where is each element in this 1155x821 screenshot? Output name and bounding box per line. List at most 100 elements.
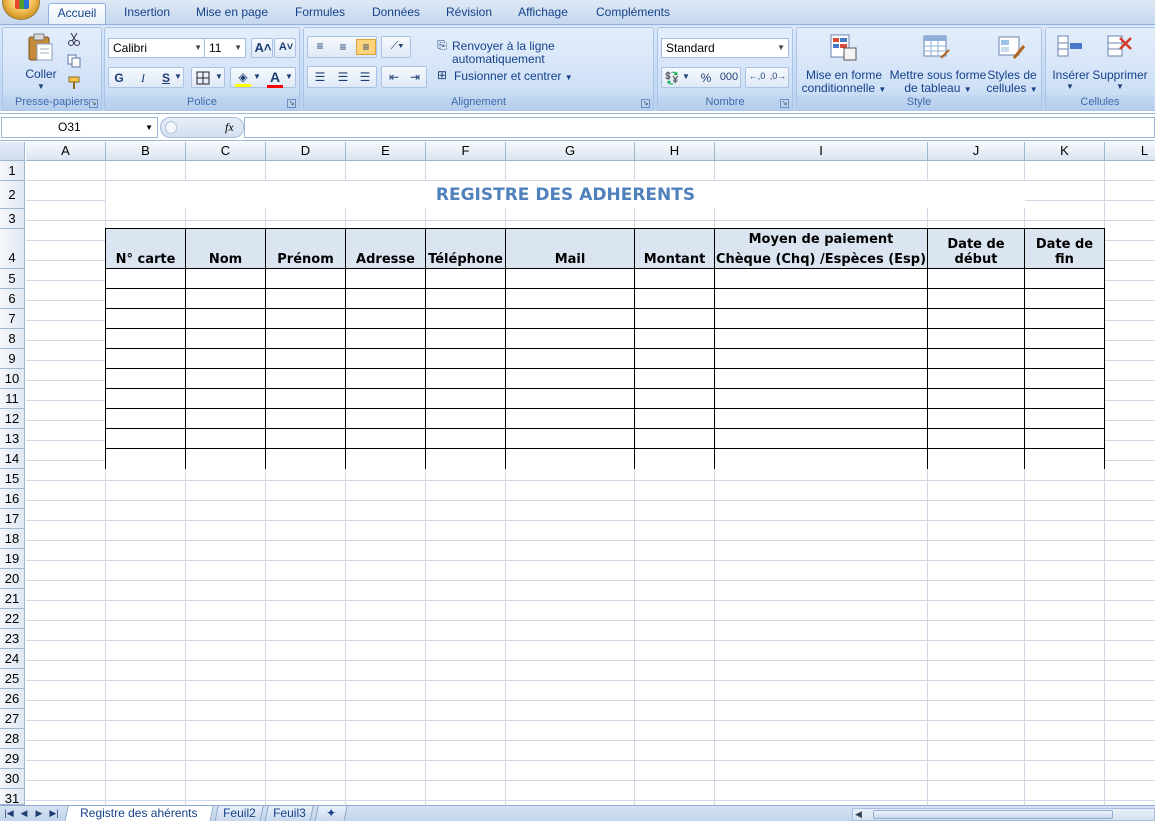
chevron-down-icon[interactable]: ▼ [253, 72, 261, 81]
table-cell[interactable] [426, 369, 506, 389]
table-cell[interactable] [635, 269, 715, 289]
table-cell[interactable] [506, 349, 635, 369]
table-cell[interactable] [266, 449, 346, 469]
chevron-down-icon[interactable]: ▼ [1060, 82, 1080, 91]
table-cell[interactable] [928, 349, 1025, 369]
sheet-tab-feuil3[interactable]: Feuil3 [264, 806, 314, 821]
wrap-text-button[interactable]: Renvoyer à la ligne automatiquement [452, 40, 650, 66]
table-cell[interactable] [715, 329, 928, 349]
tab-mise-en-page[interactable]: Mise en page [190, 3, 274, 24]
column-header-h[interactable]: H [635, 142, 715, 161]
table-cell[interactable] [928, 369, 1025, 389]
conditional-formatting-button[interactable]: Mise en forme conditionnelle ▼ [797, 69, 891, 96]
align-left-icon[interactable]: ☰ [311, 70, 329, 84]
tab-insertion[interactable]: Insertion [114, 3, 180, 24]
tab-accueil[interactable]: Accueil [48, 3, 106, 24]
column-header-c[interactable]: C [186, 142, 266, 161]
table-cell[interactable] [928, 409, 1025, 429]
header-cell[interactable]: Prénom [266, 229, 346, 269]
row-header[interactable]: 23 [0, 629, 25, 649]
row-header[interactable]: 16 [0, 489, 25, 509]
table-cell[interactable] [506, 429, 635, 449]
paste-dropdown-icon[interactable]: ▼ [21, 82, 61, 91]
copy-icon[interactable] [67, 54, 81, 68]
table-cell[interactable] [186, 289, 266, 309]
row-header[interactable]: 15 [0, 469, 25, 489]
table-cell[interactable] [106, 449, 186, 469]
row-header[interactable]: 28 [0, 729, 25, 749]
table-cell[interactable] [715, 409, 928, 429]
table-cell[interactable] [635, 289, 715, 309]
chevron-down-icon[interactable]: ▼ [1110, 82, 1130, 91]
first-sheet-icon[interactable]: |◀ [2, 807, 16, 820]
merge-center-button[interactable]: Fusionner et centrer ▼ [454, 70, 574, 84]
table-cell[interactable] [635, 309, 715, 329]
italic-button[interactable]: I [136, 71, 150, 86]
table-cell[interactable] [186, 389, 266, 409]
row-header[interactable]: 30 [0, 769, 25, 789]
shrink-font-button[interactable]: A˅ [274, 38, 296, 58]
table-cell[interactable] [266, 409, 346, 429]
table-cell[interactable] [106, 429, 186, 449]
increase-indent-icon[interactable]: ⇥ [406, 70, 424, 84]
row-header[interactable]: 20 [0, 569, 25, 589]
insert-sheet-button[interactable]: ✦ [314, 806, 348, 821]
tab-affichage[interactable]: Affichage [510, 3, 576, 24]
row-header[interactable]: 17 [0, 509, 25, 529]
table-cell[interactable] [1025, 449, 1104, 469]
header-cell[interactable]: Montant [635, 229, 715, 269]
table-cell[interactable] [1025, 289, 1104, 309]
table-cell[interactable] [635, 429, 715, 449]
table-cell[interactable] [715, 449, 928, 469]
table-cell[interactable] [715, 389, 928, 409]
delete-cells-icon[interactable] [1104, 32, 1134, 62]
decrease-decimal-icon[interactable]: ,0→ [768, 71, 788, 81]
formula-input[interactable] [244, 117, 1155, 138]
font-color-icon[interactable]: A [267, 69, 283, 88]
header-cell[interactable]: Adresse [346, 229, 426, 269]
column-header-d[interactable]: D [266, 142, 346, 161]
scrollbar-thumb[interactable] [873, 810, 1113, 819]
table-cell[interactable] [186, 449, 266, 469]
sheet-tab-registre[interactable]: Registre des ahérents [64, 806, 214, 821]
row-header[interactable]: 3 [0, 209, 25, 229]
orientation-button[interactable]: ⟋▾ [381, 36, 411, 58]
tab-revision[interactable]: Révision [438, 3, 500, 24]
row-header[interactable]: 2 [0, 181, 25, 209]
row-header[interactable]: 11 [0, 389, 25, 409]
table-cell[interactable] [426, 429, 506, 449]
horizontal-scrollbar[interactable]: ◀ [852, 808, 1155, 821]
table-cell[interactable] [426, 269, 506, 289]
table-cell[interactable] [106, 349, 186, 369]
table-cell[interactable] [506, 289, 635, 309]
fill-color-icon[interactable]: ◈ [235, 70, 251, 87]
column-header-l[interactable]: L [1105, 142, 1155, 161]
number-launcher-icon[interactable]: ↘ [780, 99, 789, 108]
cell-styles-icon[interactable] [996, 32, 1026, 62]
table-cell[interactable] [266, 349, 346, 369]
table-cell[interactable] [635, 409, 715, 429]
chevron-down-icon[interactable]: ▼ [145, 118, 153, 137]
table-cell[interactable] [506, 389, 635, 409]
header-cell[interactable]: Date de début [928, 229, 1025, 269]
table-cell[interactable] [506, 309, 635, 329]
cut-icon[interactable] [67, 32, 81, 46]
row-header[interactable]: 14 [0, 449, 25, 469]
insert-button[interactable]: Insérer [1048, 69, 1094, 82]
scroll-left-icon[interactable]: ◀ [855, 809, 862, 820]
column-header-g[interactable]: G [506, 142, 635, 161]
table-cell[interactable] [346, 409, 426, 429]
format-as-table-icon[interactable] [921, 32, 951, 62]
tab-donnees[interactable]: Données [364, 3, 428, 24]
table-cell[interactable] [715, 369, 928, 389]
table-cell[interactable] [346, 309, 426, 329]
table-cell[interactable] [635, 329, 715, 349]
table-cell[interactable] [506, 409, 635, 429]
format-painter-icon[interactable] [67, 76, 81, 90]
chevron-down-icon[interactable]: ▼ [682, 72, 690, 81]
borders-button[interactable]: ▼ [191, 67, 225, 88]
align-center-icon[interactable]: ☰ [334, 70, 352, 84]
table-cell[interactable] [426, 449, 506, 469]
table-cell[interactable] [715, 269, 928, 289]
underline-button[interactable]: S [159, 71, 173, 85]
